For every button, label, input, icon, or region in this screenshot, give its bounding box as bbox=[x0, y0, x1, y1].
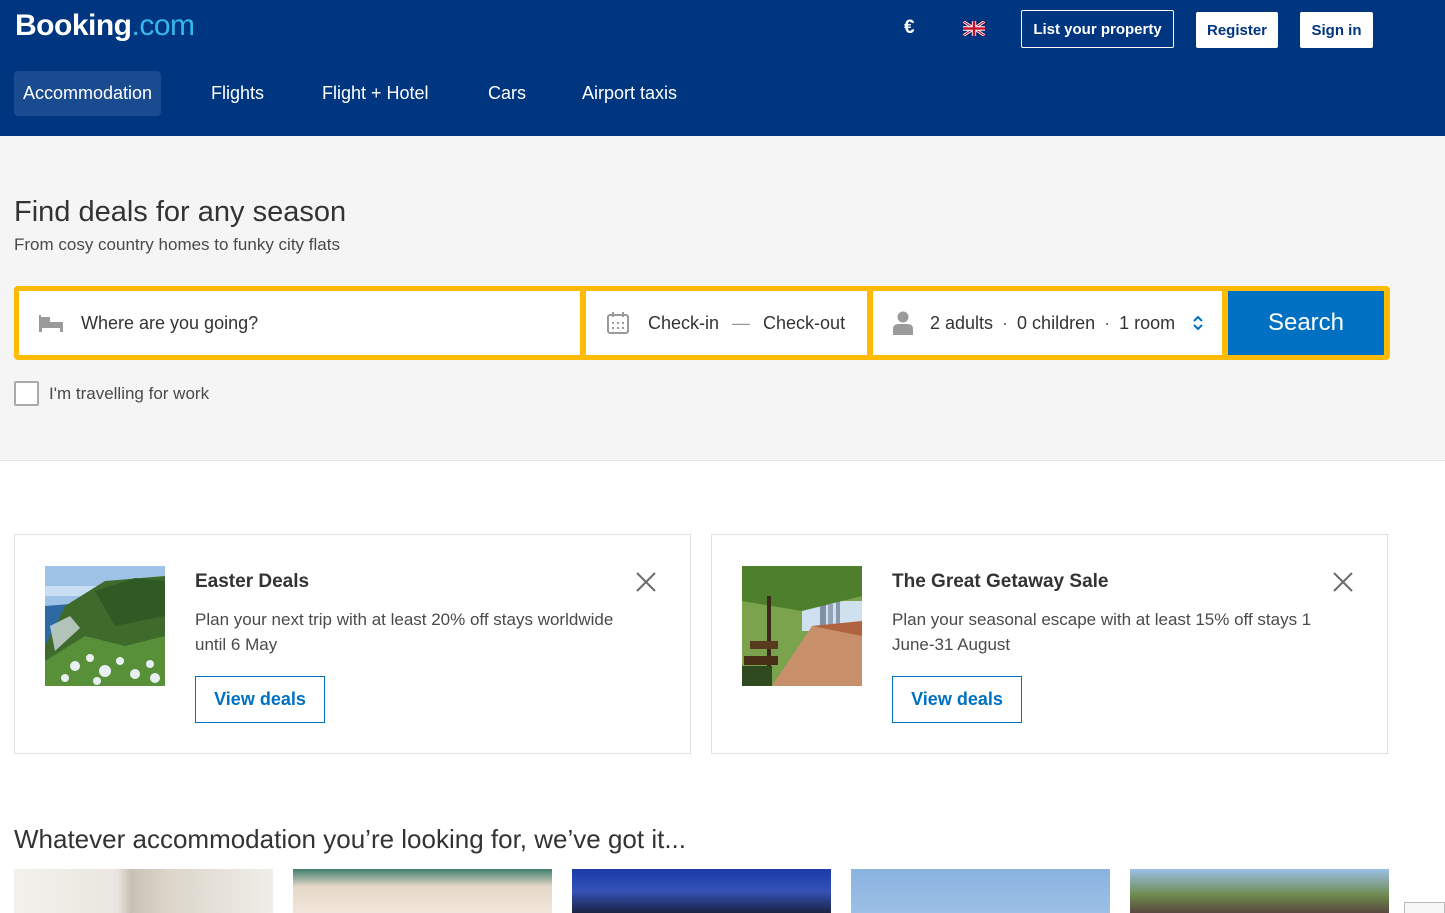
promo-title: The Great Getaway Sale bbox=[892, 571, 1109, 592]
person-icon bbox=[893, 311, 913, 335]
work-travel-checkbox[interactable] bbox=[14, 381, 39, 406]
list-property-button[interactable]: List your property bbox=[1021, 10, 1174, 48]
search-bar: Where are you going? Check-in — Check-ou… bbox=[14, 286, 1390, 360]
checkout-label: Check-out bbox=[763, 312, 846, 333]
logo-suffix-text: .com bbox=[131, 9, 196, 42]
nav-tab-airport-taxis[interactable]: Airport taxis bbox=[582, 71, 677, 116]
nav-tab-accommodation[interactable]: Accommodation bbox=[14, 71, 161, 116]
work-travel-option[interactable]: I'm travelling for work bbox=[14, 381, 209, 406]
hero-title: Find deals for any season bbox=[14, 196, 347, 228]
checkin-label: Check-in bbox=[648, 312, 720, 333]
rooms-count: 1 room bbox=[1119, 312, 1176, 333]
guests-field[interactable]: 2 adults · 0 children · 1 room bbox=[873, 291, 1222, 355]
dates-field[interactable]: Check-in — Check-out bbox=[586, 291, 867, 355]
promo-card-getaway: The Great Getaway Sale Plan your seasona… bbox=[711, 534, 1388, 754]
date-separator: — bbox=[732, 312, 751, 333]
adults-count: 2 adults bbox=[930, 312, 994, 333]
hero-subtitle: From cosy country homes to funky city fl… bbox=[14, 235, 340, 254]
nav-tab-flight-hotel[interactable]: Flight + Hotel bbox=[322, 71, 429, 116]
feedback-tab[interactable] bbox=[1404, 902, 1445, 913]
promo-title: Easter Deals bbox=[195, 571, 310, 592]
view-deals-button[interactable]: View deals bbox=[892, 676, 1022, 723]
guest-separator: · bbox=[1104, 312, 1111, 333]
bed-icon bbox=[39, 315, 63, 332]
currency-selector[interactable]: € bbox=[904, 17, 915, 39]
accommodation-section-title: Whatever accommodation you’re looking fo… bbox=[14, 824, 686, 854]
work-travel-label: I'm travelling for work bbox=[49, 383, 210, 403]
accommodation-thumbnail[interactable] bbox=[572, 869, 831, 913]
chevron-updown-icon bbox=[1193, 315, 1203, 331]
children-count: 0 children bbox=[1017, 312, 1096, 333]
accommodation-thumbnail[interactable] bbox=[851, 869, 1110, 913]
destination-placeholder: Where are you going? bbox=[81, 312, 259, 333]
view-deals-button[interactable]: View deals bbox=[195, 676, 325, 723]
promo-image-city-park bbox=[742, 566, 862, 686]
close-icon[interactable] bbox=[1332, 571, 1354, 593]
nav-tab-flights[interactable]: Flights bbox=[211, 71, 264, 116]
accommodation-thumbnail[interactable] bbox=[14, 869, 273, 913]
nav-tab-cars[interactable]: Cars bbox=[488, 71, 526, 116]
uk-flag-icon[interactable] bbox=[963, 21, 985, 36]
promo-card-easter: Easter Deals Plan your next trip with at… bbox=[14, 534, 691, 754]
promo-description: Plan your seasonal escape with at least … bbox=[892, 610, 1312, 654]
search-hero: Find deals for any season From cosy coun… bbox=[0, 136, 1445, 461]
promo-image-coast bbox=[45, 566, 165, 686]
logo-brand-text: Booking bbox=[15, 9, 132, 42]
site-header: Booking.com € List your property Registe… bbox=[0, 0, 1445, 136]
promo-description: Plan your next trip with at least 20% of… bbox=[195, 610, 614, 654]
guest-separator: · bbox=[1002, 312, 1009, 333]
sign-in-button[interactable]: Sign in bbox=[1300, 12, 1373, 48]
close-icon[interactable] bbox=[635, 571, 657, 593]
register-button[interactable]: Register bbox=[1196, 12, 1278, 48]
search-button[interactable]: Search bbox=[1228, 291, 1384, 355]
accommodation-thumbnail[interactable] bbox=[1130, 869, 1389, 913]
booking-logo[interactable]: Booking.com bbox=[15, 9, 195, 43]
destination-field[interactable]: Where are you going? bbox=[19, 291, 580, 355]
calendar-icon bbox=[607, 312, 629, 334]
accommodation-thumbnail[interactable] bbox=[293, 869, 552, 913]
